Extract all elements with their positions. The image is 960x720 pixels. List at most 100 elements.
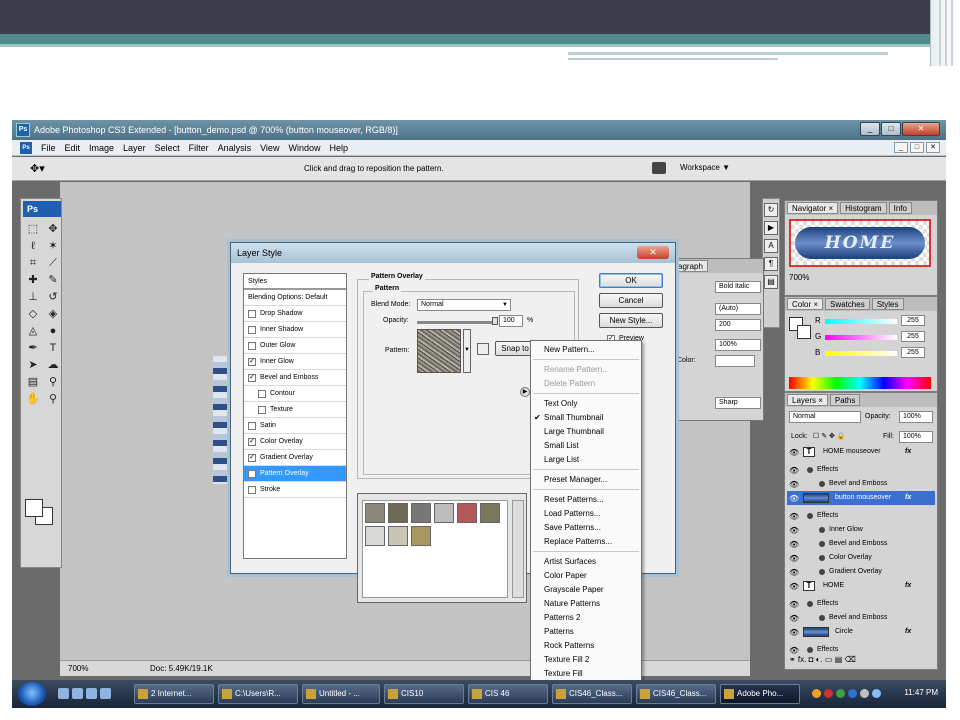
pen-tool-icon[interactable]: ✒ [24,340,42,356]
pattern-thumb[interactable] [365,526,385,546]
marquee-tool-icon[interactable]: ⬚ [24,221,42,237]
path-select-icon[interactable]: ➤ [24,357,42,373]
healing-tool-icon[interactable]: ✚ [24,272,42,288]
antialias-select[interactable]: Sharp [715,397,761,409]
history-panel-icon[interactable]: ↻ [764,203,778,217]
visibility-eye-icon[interactable]: 👁 [789,446,799,460]
pattern-thumb[interactable] [480,503,500,523]
menu-item-small-thumbnail[interactable]: ✔ Small Thumbnail [531,411,641,425]
blending-options-item[interactable]: Blending Options: Default [244,290,346,306]
tab-layers[interactable]: Layers × [787,394,828,406]
eraser-tool-icon[interactable]: ◇ [24,306,42,322]
layer-row-home[interactable]: 👁 T HOME fx [787,579,935,593]
effect-row[interactable]: 👁 Inner Glow [787,523,935,537]
menu-image[interactable]: Image [89,143,114,153]
style-checkbox[interactable] [248,310,256,318]
style-item-satin[interactable]: Satin [244,418,346,434]
menu-item-patterns-2[interactable]: Patterns 2 [531,611,641,625]
tab-color[interactable]: Color × [787,298,824,310]
stamp-tool-icon[interactable]: ⊥ [24,289,42,305]
layers-footer-icons[interactable]: ⚭ fx. ◘ ◐. ▭ ▤ ⌫ [789,655,856,664]
tray-icon[interactable] [836,689,845,698]
close-button[interactable]: ✕ [902,122,940,136]
tray-icon[interactable] [812,689,821,698]
ps-menu-icon[interactable]: Ps [20,141,32,154]
tray-icon[interactable] [848,689,857,698]
taskbar-button-cis46-class[interactable]: CIS46_Class... [636,684,716,704]
menu-item-color-paper[interactable]: Color Paper [531,569,641,583]
workspace-menu[interactable]: Workspace ▼ [680,163,730,172]
move-tool-icon[interactable]: ✥▾ [30,162,45,175]
menu-item-texture-fill[interactable]: Texture Fill [531,667,641,681]
taskbar-clock[interactable]: 11:47 PM [904,688,938,697]
type-tool-icon[interactable]: T [44,340,62,356]
menu-item-rock-patterns[interactable]: Rock Patterns [531,639,641,653]
maximize-button[interactable]: □ [881,122,901,136]
paint-bucket-icon[interactable]: ◈ [44,306,62,322]
notes-tool-icon[interactable]: ▤ [24,374,42,390]
visibility-eye-icon[interactable]: 👁 [789,580,799,594]
effect-row[interactable]: 👁 Bevel and Emboss [787,537,935,551]
red-slider[interactable] [825,319,897,324]
shape-tool-icon[interactable]: ☁ [44,357,62,373]
green-slider[interactable] [825,335,897,340]
crop-tool-icon[interactable]: ⌗ [24,255,42,271]
zoom-tool-icon[interactable]: ⚲ [44,391,62,407]
new-preset-icon[interactable] [477,343,489,355]
dialog-close-button[interactable]: ✕ [637,246,669,259]
green-value[interactable]: 255 [901,331,925,342]
effect-row[interactable]: 👁 Effects [787,597,935,611]
visibility-eye-icon[interactable]: 👁 [789,612,799,626]
character-panel-icon[interactable]: A [764,239,778,253]
doc-restore-button[interactable]: □ [910,142,924,153]
menu-file[interactable]: File [41,143,56,153]
tab-paths[interactable]: Paths [829,394,861,406]
menu-item-save-patterns[interactable]: Save Patterns... [531,521,641,535]
opacity-slider[interactable] [417,321,495,324]
foreground-color-swatch[interactable] [25,499,43,517]
menu-analysis[interactable]: Analysis [218,143,252,153]
doc-close-button[interactable]: ✕ [926,142,940,153]
menu-edit[interactable]: Edit [65,143,81,153]
new-style-button[interactable]: New Style... [599,313,663,328]
pattern-thumb[interactable] [388,526,408,546]
style-item-texture[interactable]: Texture [244,402,346,418]
tab-swatches[interactable]: Swatches [825,298,870,310]
menu-item-reset-patterns[interactable]: Reset Patterns... [531,493,641,507]
snap-to-origin-button[interactable]: Snap to [495,341,535,356]
volume-icon[interactable] [860,689,869,698]
navigator-zoom[interactable]: 700% [789,273,809,282]
effect-row[interactable]: 👁 Effects [787,509,935,523]
style-checkbox[interactable]: ✓ [248,438,256,446]
visibility-eye-icon[interactable]: 👁 [789,524,799,538]
visibility-eye-icon[interactable]: 👁 [789,538,799,552]
fx-icon[interactable]: fx [905,445,911,459]
picker-menu-arrow-icon[interactable]: ▶ [520,387,530,397]
style-checkbox[interactable] [258,406,266,414]
style-checkbox[interactable] [248,342,256,350]
tab-histogram[interactable]: Histogram [840,202,887,214]
style-item-outer-glow[interactable]: Outer Glow [244,338,346,354]
layer-comps-icon[interactable]: ▤ [764,275,778,289]
red-value[interactable]: 255 [901,315,925,326]
style-checkbox[interactable] [248,422,256,430]
history-brush-icon[interactable]: ↺ [44,289,62,305]
style-item-color-overlay[interactable]: ✓ Color Overlay [244,434,346,450]
picker-scrollbar[interactable] [512,500,524,598]
style-checkbox[interactable] [248,326,256,334]
visibility-eye-icon[interactable]: 👁 [789,626,799,640]
hand-tool-icon[interactable]: ✋ [24,391,42,407]
workspace-icon[interactable] [652,162,666,174]
quicklaunch-icon[interactable] [72,688,83,699]
menu-item-load-patterns[interactable]: Load Patterns... [531,507,641,521]
visibility-eye-icon[interactable]: 👁 [789,552,799,566]
style-checkbox[interactable] [258,390,266,398]
layer-blend-mode[interactable]: Normal [789,411,861,423]
pattern-thumb[interactable] [434,503,454,523]
layer-row-home-mouseover[interactable]: 👁 T HOME mouseover fx [787,445,935,459]
fx-icon[interactable]: fx [905,491,911,505]
menu-item-replace-patterns[interactable]: Replace Patterns... [531,535,641,549]
brush-tool-icon[interactable]: ✎ [44,272,62,288]
paragraph-panel-icon[interactable]: ¶ [764,257,778,271]
fx-icon[interactable]: fx [905,579,911,593]
